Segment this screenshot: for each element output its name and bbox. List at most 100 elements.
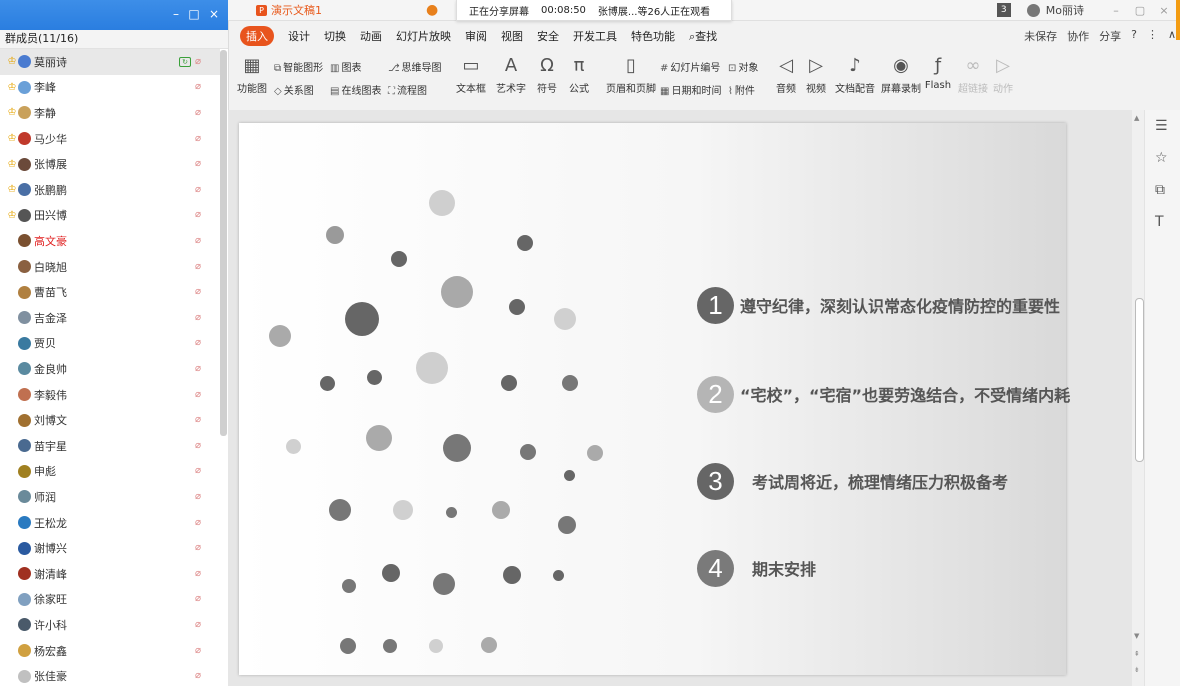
prev-slide-icon[interactable]: ⇞ xyxy=(1134,650,1140,658)
mic-muted-icon[interactable]: ⌀ xyxy=(192,133,204,145)
close-button[interactable]: × xyxy=(206,6,222,22)
member-row[interactable]: 申彪 ⌀ xyxy=(0,459,220,485)
share-button[interactable]: 分享 xyxy=(1099,28,1121,44)
member-row[interactable]: 谢清峰 ⌀ xyxy=(0,561,220,587)
menu-slideshow[interactable]: 幻灯片放映 xyxy=(396,28,451,44)
member-row[interactable]: 高文豪 ⌀ xyxy=(0,228,220,254)
textbox-button[interactable]: ▭ 文本框 xyxy=(452,54,490,95)
object-button[interactable]: ⊡ 对象 xyxy=(728,59,758,74)
more-icon[interactable]: ⋮ xyxy=(1147,28,1158,44)
symbol-button[interactable]: Ω 符号 xyxy=(532,54,562,95)
mic-muted-icon[interactable]: ⌀ xyxy=(192,619,204,631)
member-row[interactable]: ♔ 李峰 ⌀ xyxy=(0,75,220,101)
mic-muted-icon[interactable]: ⌀ xyxy=(192,645,204,657)
datetime-button[interactable]: ▦ 日期和时间 xyxy=(660,82,721,97)
member-row[interactable]: 白晓旭 ⌀ xyxy=(0,254,220,280)
member-row[interactable]: 苗宇星 ⌀ xyxy=(0,433,220,459)
member-row[interactable]: 许小科 ⌀ xyxy=(0,612,220,638)
text-icon[interactable]: T xyxy=(1155,214,1164,230)
member-row[interactable]: ♔ 张博展 ⌀ xyxy=(0,151,220,177)
mic-muted-icon[interactable]: ⌀ xyxy=(192,670,204,682)
hyperlink-button[interactable]: ∞ 超链接 xyxy=(958,54,988,95)
menu-developer[interactable]: 开发工具 xyxy=(573,28,617,44)
screen-record-button[interactable]: ◉ 屏幕录制 xyxy=(878,54,924,95)
member-row[interactable]: 徐家旺 ⌀ xyxy=(0,587,220,613)
action-button[interactable]: ▷ 动作 xyxy=(990,54,1016,95)
mindmap-button[interactable]: ⎇ 思维导图 xyxy=(388,59,442,74)
mic-muted-icon[interactable]: ⌀ xyxy=(192,491,204,503)
menu-transition[interactable]: 切换 xyxy=(324,28,346,44)
dubbing-button[interactable]: ♪ 文档配音 xyxy=(834,54,876,95)
member-row[interactable]: 金良帅 ⌀ xyxy=(0,356,220,382)
document-tab[interactable]: P 演示文稿1 ● xyxy=(256,0,442,20)
online-chart-button[interactable]: ▤ 在线图表 xyxy=(330,82,381,97)
member-row[interactable]: 曹苗飞 ⌀ xyxy=(0,279,220,305)
member-row[interactable]: ♔ 田兴博 ⌀ xyxy=(0,203,220,229)
member-row[interactable]: 张佳豪 ⌀ xyxy=(0,663,220,686)
formula-button[interactable]: π 公式 xyxy=(564,54,594,95)
maximize-button[interactable]: □ xyxy=(186,6,202,22)
member-row[interactable]: ♔ 李静 ⌀ xyxy=(0,100,220,126)
scroll-down-icon[interactable]: ▼ xyxy=(1134,632,1139,640)
header-footer-button[interactable]: ▯ 页眉和页脚 xyxy=(606,54,656,95)
sidebar-scrollbar[interactable] xyxy=(220,50,227,436)
mic-muted-icon[interactable]: ⌀ xyxy=(192,465,204,477)
slide[interactable]: 1 遵守纪律，深刻认识常态化疫情防控的重要性 2 “宅校”，“宅宿”也要劳逸结合… xyxy=(239,123,1070,675)
flowchart-button[interactable]: ⛶ 流程图 xyxy=(388,82,427,97)
video-button[interactable]: ▷ 视频 xyxy=(802,54,830,95)
next-slide-icon[interactable]: ⇟ xyxy=(1134,666,1140,674)
member-row[interactable]: 师润 ⌀ xyxy=(0,484,220,510)
window-close-button[interactable]: × xyxy=(1154,4,1174,17)
menu-security[interactable]: 安全 xyxy=(537,28,559,44)
collapse-ribbon-icon[interactable]: ∧ xyxy=(1168,28,1176,44)
mic-muted-icon[interactable]: ⌀ xyxy=(192,107,204,119)
mic-muted-icon[interactable]: ⌀ xyxy=(192,414,204,426)
mic-muted-icon[interactable]: ⌀ xyxy=(192,81,204,93)
mic-muted-icon[interactable]: ⌀ xyxy=(192,56,204,68)
mic-muted-icon[interactable]: ⌀ xyxy=(192,440,204,452)
chart-button[interactable]: ▥ 图表 xyxy=(330,59,361,74)
flash-button[interactable]: ƒ Flash xyxy=(924,54,952,91)
star-icon[interactable]: ☆ xyxy=(1155,150,1168,166)
slide-canvas[interactable]: 1 遵守纪律，深刻认识常态化疫情防控的重要性 2 “宅校”，“宅宿”也要劳逸结合… xyxy=(228,110,1132,686)
member-row[interactable]: ♔ 莫丽诗 ↻ ⌀ xyxy=(0,49,220,75)
unsaved-status[interactable]: 未保存 xyxy=(1024,28,1057,44)
mic-muted-icon[interactable]: ⌀ xyxy=(192,184,204,196)
minimize-button[interactable]: – xyxy=(168,6,184,22)
agenda-item-1[interactable]: 1 遵守纪律，深刻认识常态化疫情防控的重要性 xyxy=(697,285,1060,325)
slide-number-button[interactable]: # 幻灯片编号 xyxy=(660,59,720,74)
agenda-item-2[interactable]: 2 “宅校”，“宅宿”也要劳逸结合，不受情绪内耗 xyxy=(697,374,1070,414)
mic-muted-icon[interactable]: ⌀ xyxy=(192,158,204,170)
mic-muted-icon[interactable]: ⌀ xyxy=(192,389,204,401)
menu-search[interactable]: ⌕查找 xyxy=(689,28,717,44)
window-count-badge[interactable]: 3 xyxy=(996,3,1011,17)
member-row[interactable]: 刘博文 ⌀ xyxy=(0,407,220,433)
collab-button[interactable]: 协作 xyxy=(1067,28,1089,44)
wordart-button[interactable]: A 艺术字 xyxy=(492,54,530,95)
copy-icon[interactable]: ⧉ xyxy=(1155,182,1165,198)
member-row[interactable]: 谢博兴 ⌀ xyxy=(0,535,220,561)
window-minimize-button[interactable]: – xyxy=(1106,4,1126,17)
attachment-button[interactable]: ⌇ 附件 xyxy=(728,82,755,97)
member-row[interactable]: 吉金泽 ⌀ xyxy=(0,305,220,331)
relation-button[interactable]: ◇ 关系图 xyxy=(274,82,314,97)
mic-muted-icon[interactable]: ⌀ xyxy=(192,337,204,349)
slide-scrollbar[interactable]: ▲ ▼ ⇞ ⇟ xyxy=(1132,110,1144,686)
menu-design[interactable]: 设计 xyxy=(288,28,310,44)
smart-shape-button[interactable]: ⧉ 智能图形 xyxy=(274,59,323,74)
member-row[interactable]: ♔ 张鹏鹏 ⌀ xyxy=(0,177,220,203)
agenda-item-3[interactable]: 3 考试周将近，梳理情绪压力积极备考 xyxy=(697,461,1008,501)
mic-muted-icon[interactable]: ⌀ xyxy=(192,286,204,298)
agenda-item-4[interactable]: 4 期末安排 xyxy=(697,548,816,588)
mic-muted-icon[interactable]: ⌀ xyxy=(192,312,204,324)
member-row[interactable]: 贾贝 ⌀ xyxy=(0,331,220,357)
mic-muted-icon[interactable]: ⌀ xyxy=(192,209,204,221)
user-name[interactable]: Mo丽诗 xyxy=(1046,2,1084,18)
window-restore-button[interactable]: ▢ xyxy=(1130,4,1150,17)
help-icon[interactable]: ? xyxy=(1131,28,1137,44)
menu-review[interactable]: 审阅 xyxy=(465,28,487,44)
user-avatar[interactable] xyxy=(1026,3,1040,17)
member-row[interactable]: ♔ 马少华 ⌀ xyxy=(0,126,220,152)
audio-button[interactable]: ◁ 音频 xyxy=(772,54,800,95)
menu-insert[interactable]: 插入 xyxy=(240,26,274,46)
